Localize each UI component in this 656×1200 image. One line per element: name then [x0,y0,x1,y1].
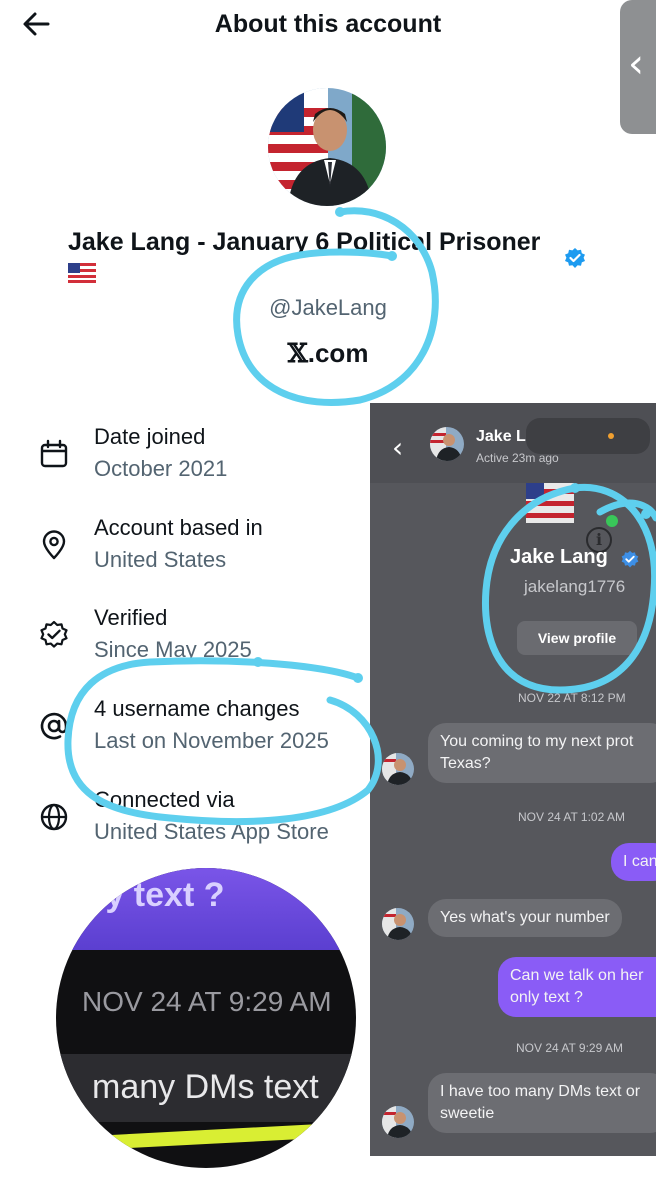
dm-header-avatar [430,427,464,461]
dm-header-name: Jake L [476,428,526,445]
side-panel-handle[interactable]: ‹ [620,0,656,134]
message-bubble-incoming: You coming to my next prot Texas? [428,723,656,783]
sender-avatar [382,1106,414,1138]
status-pill [526,418,650,454]
info-item-account-based-in: Account based in United States [0,515,380,585]
info-label: Date joined [94,424,206,449]
message-timestamp: NOV 24 AT 1:02 AM [518,810,625,824]
annotation-dot [335,207,345,217]
highlight-stripe [56,1122,356,1152]
info-item-connected-via: Connected via United States App Store [0,787,380,857]
zoomed-message-crop: ly text ? NOV 24 AT 9:29 AM many DMs tex… [56,868,356,1168]
verified-badge-icon [621,550,639,568]
info-label: Verified [94,605,168,630]
us-flag-emoji [68,263,96,283]
message-bubble-outgoing: Can we talk on her only text ? [498,957,656,1017]
zoomed-timestamp: NOV 24 AT 9:29 AM [82,986,332,1017]
message-bubble-incoming: Yes what's your number [428,899,622,937]
display-name: Jake Lang - January 6 Political Prisoner [68,228,541,256]
message-bubble-incoming: I have too many DMs text or sweetie [428,1073,656,1133]
sender-avatar [382,753,414,785]
zoomed-top-text: ly text ? [96,876,225,914]
info-value: October 2021 [94,456,228,481]
location-pin-icon [42,530,66,560]
profile-handle[interactable]: @JakeLang [0,295,656,321]
info-label: Account based in [94,515,263,540]
view-profile-button[interactable]: View profile [517,621,637,655]
info-value: Since May 2025 [94,637,252,662]
sender-avatar [382,908,414,940]
online-dot [606,515,618,527]
dm-profile-avatar [526,483,574,523]
dm-header: ‹ Jake L Active 23m ago [370,403,656,483]
info-label: 4 username changes [94,696,300,721]
chevron-left-icon[interactable]: ‹ [392,431,403,464]
dm-profile-name: Jake Lang [510,546,608,568]
status-dot [608,433,614,439]
verified-badge-icon [40,620,68,648]
x-domain: 𝕏.com [287,338,369,369]
info-label: Connected via [94,787,235,812]
info-item-username-changes: 4 username changes Last on November 2025 [0,696,380,766]
zoomed-bottom-text: many DMs text [92,1068,319,1106]
at-sign-icon [40,712,68,740]
message-timestamp: NOV 22 AT 8:12 PM [518,691,626,705]
info-value: United States [94,547,227,572]
message-bubble-outgoing: I can [611,843,656,881]
avatar [268,88,386,206]
dm-profile-handle: jakelang1776 [524,577,626,596]
message-timestamp: NOV 24 AT 9:29 AM [516,1041,623,1055]
dm-screenshot: ‹ Jake L Active 23m ago i Jake Lang jake… [370,403,656,1156]
chevron-left-icon: ‹ [628,41,644,87]
info-item-verified: Verified Since May 2025 [0,605,380,675]
calendar-icon [40,439,68,468]
info-value: Last on November 2025 [94,728,329,753]
x-logo-icon: 𝕏 [287,339,308,369]
verified-badge-icon [565,248,585,268]
info-item-date-joined: Date joined October 2021 [0,424,380,494]
info-value: United States App Store [94,819,329,844]
globe-icon [40,803,68,831]
page-title: About this account [214,10,442,38]
